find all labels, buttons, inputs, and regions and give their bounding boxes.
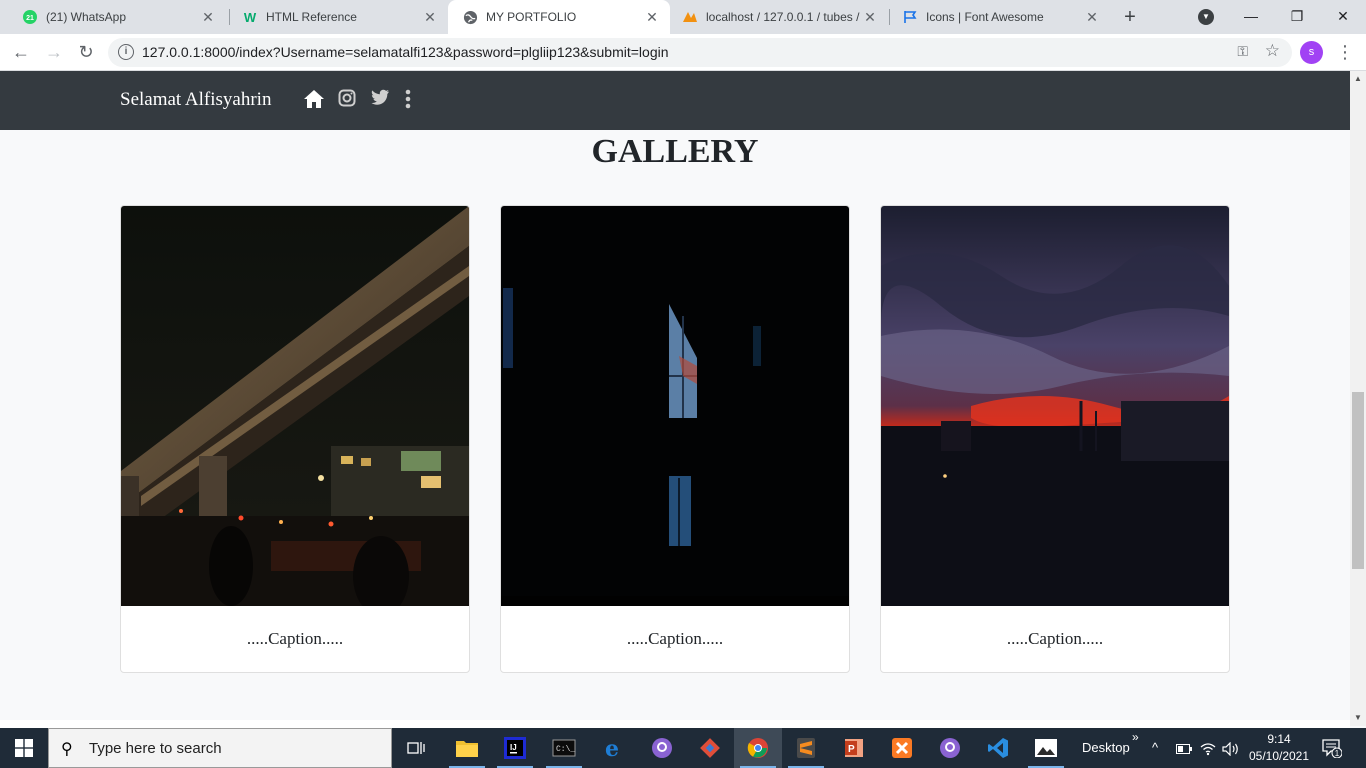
gallery-title: GALLERY [591,133,759,170]
tab-title: MY PORTFOLIO [486,10,577,24]
card-caption: .....Caption..... [1006,629,1104,648]
tab-phpmyadmin[interactable]: localhost / 127.0.0.1 / tubes / ✕ [668,0,888,34]
gallery-card[interactable]: .....Caption..... [500,205,850,673]
profile-avatar[interactable]: s [1300,41,1323,64]
sublime-icon[interactable] [782,728,830,768]
card-caption: .....Caption..... [626,629,724,648]
powerpoint-icon[interactable]: P [830,728,878,768]
svg-text:1: 1 [1335,749,1340,758]
task-view-icon[interactable] [392,728,440,768]
scroll-up-arrow-icon[interactable]: ▲ [1350,71,1366,87]
browser-menu-icon[interactable]: ⋮ [1336,40,1354,64]
battery-icon[interactable] [1176,728,1192,768]
desktop-toolbar-label[interactable]: Desktop [1082,728,1130,768]
flyover-night-photo[interactable] [121,206,469,606]
minimize-button[interactable]: — [1228,0,1274,32]
svg-text:IJ: IJ [510,743,517,752]
info-icon[interactable]: i [118,44,134,60]
flag-icon [902,9,918,25]
globe-icon [462,9,478,25]
site-brand[interactable]: Selamat Alfisyahrin [120,89,271,111]
system-clock[interactable]: 9:14 05/10/2021 [1246,731,1312,765]
card-caption: .....Caption..... [246,629,344,648]
windows-start-icon[interactable] [0,728,48,768]
terminal-icon[interactable]: C:\_ [540,728,588,768]
notification-center-icon[interactable]: 1 [1322,738,1343,759]
gallery-card[interactable]: .....Caption..... [880,205,1230,673]
close-icon[interactable]: ✕ [862,9,878,26]
tab-font-awesome[interactable]: Icons | Font Awesome ✕ [888,0,1110,34]
tab-search-icon[interactable]: ▼ [1198,9,1214,25]
volume-icon[interactable] [1222,728,1240,768]
tab-title: Icons | Font Awesome [926,10,1044,24]
clock-date: 05/10/2021 [1248,749,1310,763]
whatsapp-icon: 21 [22,9,38,25]
github-desktop-icon[interactable] [926,728,974,768]
close-icon[interactable]: ✕ [422,9,438,26]
site-navbar: Selamat Alfisyahrin [0,71,1350,130]
page-viewport: Selamat Alfisyahrin GALLERY .....Caption… [0,71,1350,720]
home-icon[interactable] [303,89,325,111]
svg-text:21: 21 [26,15,34,22]
svg-text:P: P [848,744,855,755]
browser-toolbar: ← → ↻ i 127.0.0.1:8000/index?Username=se… [0,34,1366,71]
chrome-icon[interactable] [734,728,782,768]
address-bar[interactable]: i 127.0.0.1:8000/index?Username=selamata… [108,38,1292,67]
key-icon[interactable]: ⚿ [1237,43,1248,60]
intellij-icon[interactable]: IJ [491,728,539,768]
back-button[interactable]: ← [9,40,33,64]
close-icon[interactable]: ✕ [1084,9,1100,26]
photos-icon[interactable] [1022,728,1070,768]
double-chevron-icon[interactable]: » [1132,730,1139,744]
scroll-down-arrow-icon[interactable]: ▼ [1350,710,1366,726]
red-sunset-sky-photo[interactable] [881,206,1229,606]
new-tab-button[interactable]: + [1118,5,1142,29]
bookmark-star-icon[interactable]: ☆ [1265,41,1280,61]
twitter-icon[interactable] [370,89,390,111]
taskbar-search-box[interactable]: ⚲ Type here to search [48,728,392,768]
search-placeholder: Type here to search [89,740,222,757]
file-explorer-icon[interactable] [443,728,491,768]
page-bottom-strip [0,720,1350,728]
vscode-icon[interactable] [974,728,1022,768]
svg-text:C:\_: C:\_ [556,745,575,754]
browser-tabstrip: 21 (21) WhatsApp ✕ W HTML Reference ✕ MY… [0,0,1366,34]
tab-my-portfolio[interactable]: MY PORTFOLIO ✕ [448,0,670,34]
forward-button[interactable]: → [42,40,66,64]
search-icon: ⚲ [61,741,73,758]
gallery-card[interactable]: .....Caption..... [120,205,470,673]
close-icon[interactable]: ✕ [644,9,660,26]
url-text[interactable]: 127.0.0.1:8000/index?Username=selamatalf… [142,38,669,67]
restore-button[interactable]: ❐ [1274,0,1320,32]
reload-button[interactable]: ↻ [74,40,98,64]
xampp-icon[interactable] [878,728,926,768]
svg-text:e: e [605,737,619,759]
phpmyadmin-icon [682,9,698,25]
instagram-icon[interactable] [338,89,356,111]
tab-title: (21) WhatsApp [46,10,127,24]
wifi-icon[interactable] [1200,728,1216,768]
scrollbar-thumb[interactable] [1352,392,1364,569]
tab-title: HTML Reference [266,10,357,24]
windows-taskbar: ⚲ Type here to search IJ C:\_ e P Deskto… [0,728,1366,768]
close-icon[interactable]: ✕ [200,9,216,26]
git-icon[interactable] [686,728,734,768]
more-vertical-icon[interactable] [404,89,412,111]
window-close-button[interactable]: ✕ [1320,0,1366,32]
tab-whatsapp[interactable]: 21 (21) WhatsApp ✕ [8,0,226,34]
tab-html-reference[interactable]: W HTML Reference ✕ [228,0,448,34]
clock-time: 9:14 [1267,732,1291,746]
chevron-up-icon[interactable]: ^ [1152,728,1158,768]
edge-icon[interactable]: e [590,728,638,768]
w3schools-icon: W [243,9,257,25]
dark-window-photo[interactable] [501,206,849,606]
page-scrollbar[interactable]: ▲ ▼ [1350,71,1366,726]
github-desktop-icon[interactable] [638,728,686,768]
tab-title: localhost / 127.0.0.1 / tubes / [706,10,860,24]
